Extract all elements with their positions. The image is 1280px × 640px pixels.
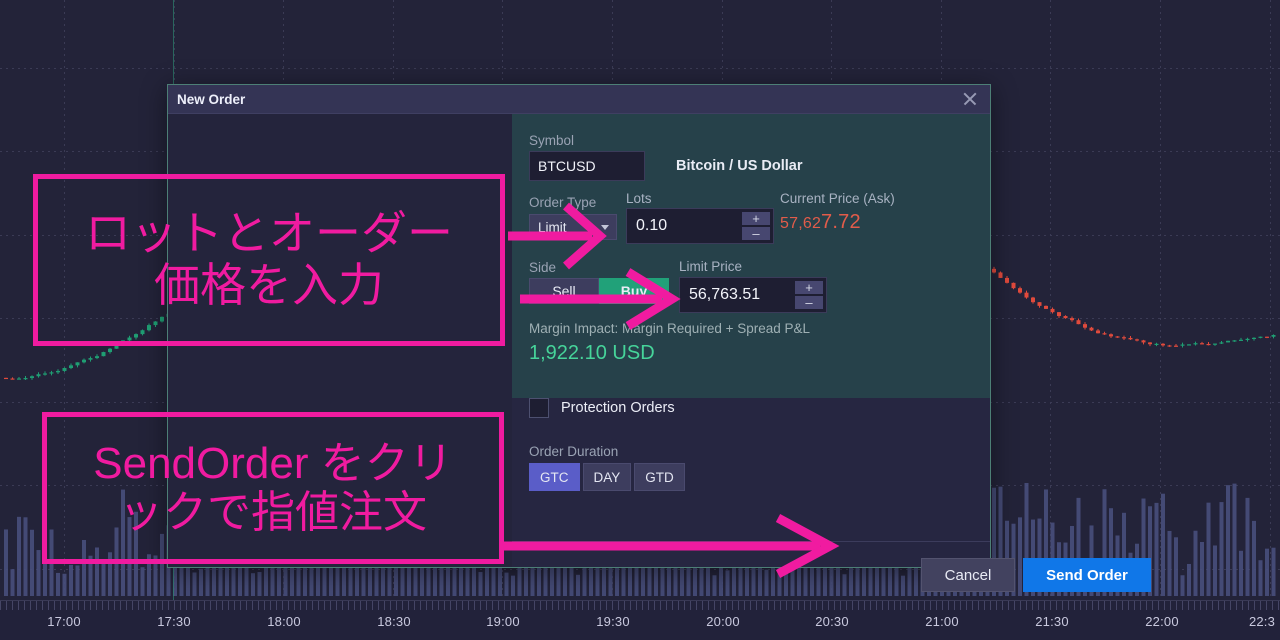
- time-axis-label: 17:00: [47, 614, 81, 629]
- time-axis-label: 22:00: [1145, 614, 1179, 629]
- protection-orders-label: Protection Orders: [561, 400, 675, 416]
- time-axis-label: 21:30: [1035, 614, 1069, 629]
- time-axis-label: 19:30: [596, 614, 630, 629]
- side-toggle-group[interactable]: Sell Buy: [529, 278, 669, 304]
- annotation-line-1: SendOrder をクリ: [93, 438, 453, 488]
- limit-price-stepper[interactable]: + –: [795, 281, 823, 309]
- order-type-select[interactable]: Limit: [529, 214, 617, 240]
- duration-option-day[interactable]: DAY: [582, 463, 632, 491]
- time-axis-label: 17:30: [157, 614, 191, 629]
- chevron-down-icon: [601, 225, 609, 230]
- time-axis-ticks: [0, 601, 1280, 610]
- time-axis-label: 18:00: [267, 614, 301, 629]
- symbol-description: Bitcoin / US Dollar: [676, 158, 803, 174]
- close-icon[interactable]: [960, 89, 980, 109]
- time-axis-label: 21:00: [925, 614, 959, 629]
- footer-divider: [512, 541, 990, 542]
- annotation-box-send-order: SendOrder をクリ ックで指値注文: [42, 412, 504, 564]
- symbol-input[interactable]: BTCUSD: [529, 151, 645, 181]
- order-duration-group[interactable]: GTC DAY GTD: [529, 463, 685, 491]
- limit-price-input[interactable]: 56,763.51 + –: [679, 277, 827, 313]
- time-axis-label: 18:30: [377, 614, 411, 629]
- annotation-line-1: ロットとオーダー: [85, 207, 453, 260]
- order-type-label: Order Type: [529, 195, 597, 210]
- duration-option-gtd[interactable]: GTD: [634, 463, 685, 491]
- current-price-head: 57,62: [780, 215, 822, 232]
- limit-price-increment-button[interactable]: +: [795, 281, 823, 294]
- annotation-line-2: 価格を入力: [154, 259, 384, 311]
- protection-orders-checkbox[interactable]: [529, 398, 549, 418]
- dialog-titlebar[interactable]: New Order: [168, 85, 990, 114]
- lots-increment-button[interactable]: +: [742, 212, 770, 225]
- order-form-column: Symbol BTCUSD Bitcoin / US Dollar Order …: [512, 114, 1151, 592]
- side-sell-button[interactable]: Sell: [529, 278, 599, 304]
- limit-price-decrement-button[interactable]: –: [795, 296, 823, 309]
- duration-option-gtc[interactable]: GTC: [529, 463, 580, 491]
- order-duration-label: Order Duration: [529, 444, 619, 459]
- current-price-value: 57,627.72: [780, 211, 861, 234]
- order-type-value: Limit: [538, 219, 567, 235]
- lots-input[interactable]: 0.10 + –: [626, 208, 774, 244]
- symbol-input-value: BTCUSD: [538, 158, 596, 174]
- lots-stepper[interactable]: + –: [742, 212, 770, 240]
- limit-price-label: Limit Price: [679, 259, 743, 274]
- side-label: Side: [529, 260, 557, 275]
- lots-value: 0.10: [636, 217, 668, 234]
- protection-orders-row[interactable]: Protection Orders: [529, 398, 675, 418]
- annotation-line-2: ックで指値注文: [119, 488, 427, 537]
- time-axis-label: 19:00: [486, 614, 520, 629]
- lots-label: Lots: [626, 191, 652, 206]
- margin-impact-value: 1,922.10 USD: [529, 342, 655, 364]
- dialog-title: New Order: [177, 91, 246, 107]
- lots-decrement-button[interactable]: –: [742, 227, 770, 240]
- time-axis: 17:00 17:30 18:00 18:30 19:00 19:30 20:00 20:30…: [0, 600, 1280, 640]
- current-price-tail: 7.72: [821, 211, 861, 233]
- time-axis-label: 20:00: [706, 614, 740, 629]
- annotation-box-lots-price: ロットとオーダー 価格を入力: [33, 174, 505, 346]
- send-order-button[interactable]: Send Order: [1023, 558, 1151, 592]
- current-price-label: Current Price (Ask): [780, 191, 895, 206]
- limit-price-value: 56,763.51: [689, 286, 761, 303]
- side-buy-button[interactable]: Buy: [599, 278, 669, 304]
- margin-impact-label: Margin Impact: Margin Required + Spread …: [529, 321, 811, 336]
- symbol-label: Symbol: [529, 133, 575, 148]
- screen: 17:00 17:30 18:00 18:30 19:00 19:30 20:00 20:30…: [0, 0, 1280, 640]
- cancel-button[interactable]: Cancel: [921, 558, 1015, 592]
- time-axis-label: 22:3: [1248, 614, 1276, 629]
- time-axis-label: 20:30: [815, 614, 849, 629]
